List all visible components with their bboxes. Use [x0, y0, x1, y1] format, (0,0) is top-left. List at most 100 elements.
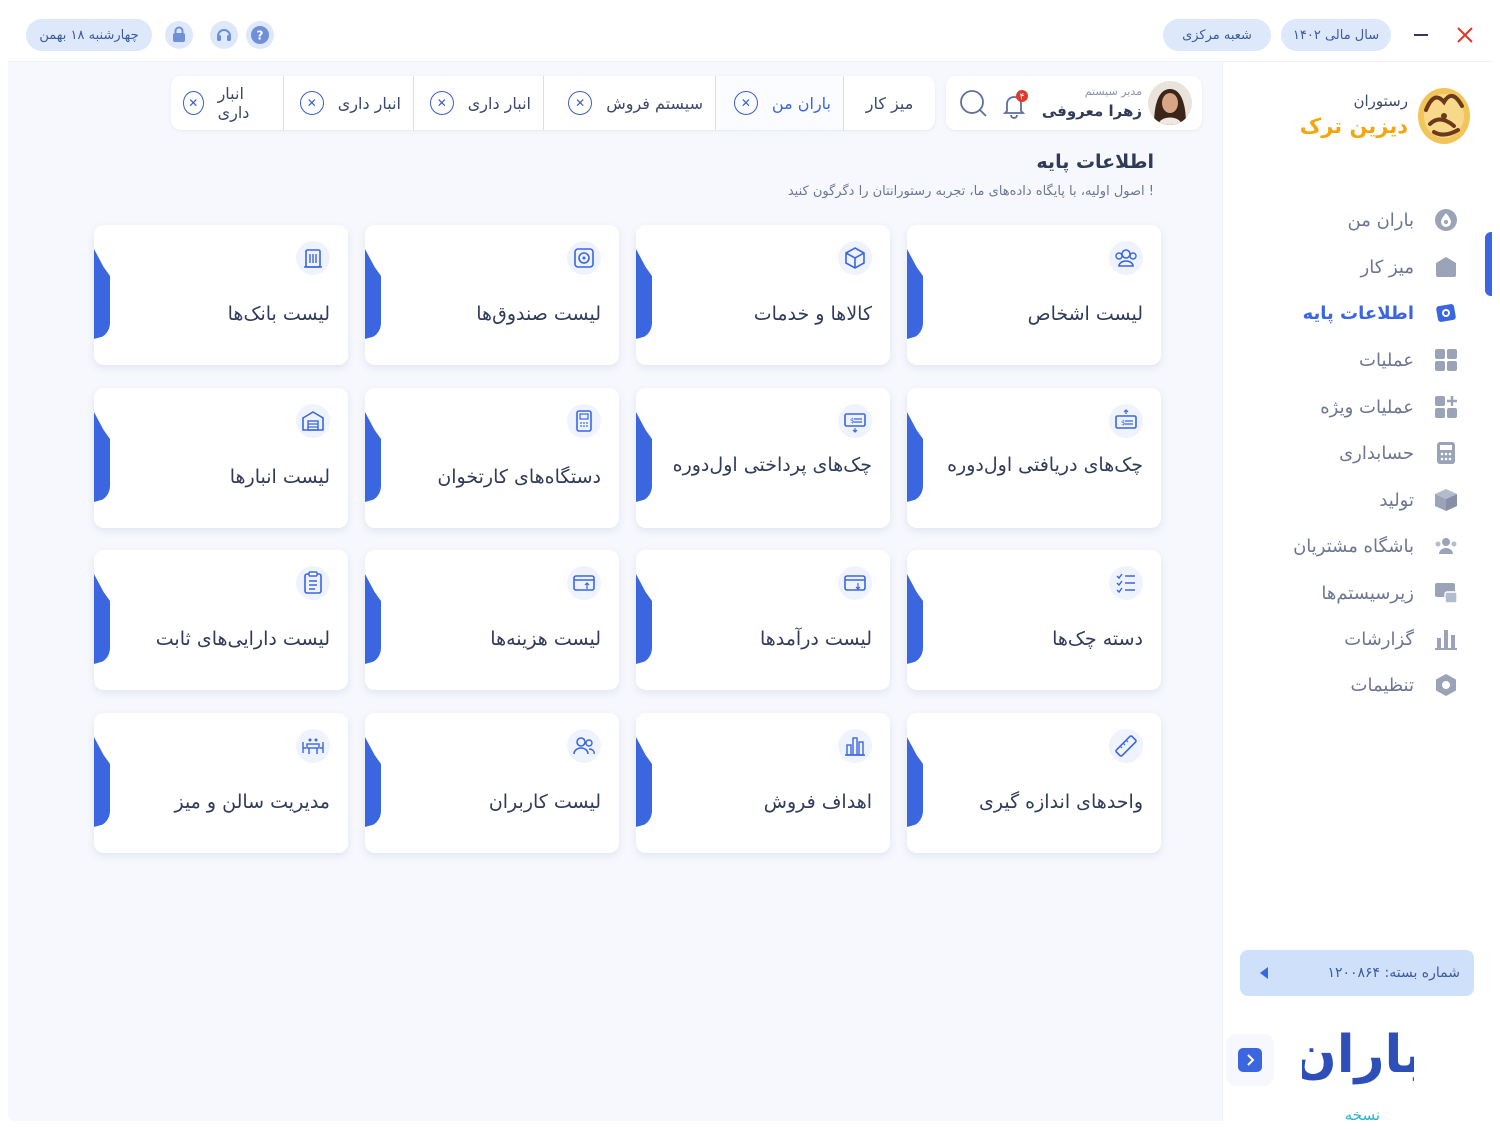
box-icon	[1432, 486, 1460, 514]
sidebar-item-label: باشگاه مشتریان	[1293, 535, 1414, 557]
sidebar-item-baran-man[interactable]: باران من	[1222, 200, 1492, 240]
tab-warehouse[interactable]: انبار داری ✕	[283, 76, 413, 130]
branch-label: شعبه مرکزی	[1182, 27, 1252, 43]
card-accent	[636, 737, 652, 827]
chart-icon	[1432, 625, 1460, 653]
warehouse-icon	[296, 404, 330, 438]
lock-icon[interactable]	[163, 19, 195, 51]
triangle-left-icon	[1260, 967, 1268, 979]
tab-label: میز کار	[865, 93, 914, 113]
fiscal-year-pill[interactable]: سال مالی ۱۴۰۲	[1281, 19, 1391, 51]
package-icon	[838, 241, 872, 275]
notification-button[interactable]: ۴	[998, 89, 1028, 119]
card-cash-boxes[interactable]: لیست صندوق‌ها	[365, 225, 619, 365]
help-icon[interactable]: ?	[244, 19, 276, 51]
tab-close-icon[interactable]: ✕	[183, 91, 204, 115]
card-title: کالاها و خدمات	[753, 303, 872, 325]
card-accent	[365, 249, 381, 339]
card-warehouses[interactable]: لیست انبارها	[94, 388, 348, 528]
card-paid-cheques[interactable]: $ چک‌های پرداختی اول‌دوره	[636, 388, 890, 528]
card-people[interactable]: لیست اشخاص	[907, 225, 1161, 365]
tab-close-icon[interactable]: ✕	[733, 91, 758, 115]
svg-text:?: ?	[257, 29, 264, 43]
sidebar-item-operations[interactable]: عملیات	[1222, 340, 1492, 380]
card-expenses[interactable]: لیست هزینه‌ها	[365, 550, 619, 690]
tab-close-icon[interactable]: ✕	[568, 91, 593, 115]
close-icon	[1457, 27, 1473, 43]
card-accent	[94, 737, 110, 827]
sidebar-item-desk[interactable]: میز کار	[1222, 247, 1492, 287]
ruler-icon	[1109, 729, 1143, 763]
sidebar-item-settings[interactable]: تنظیمات	[1222, 665, 1492, 705]
page-subtitle: اصول اولیه، با پایگاه داده‌های ما، تجربه…	[787, 184, 1154, 199]
tab-warehouse[interactable]: انبار داری ✕	[171, 76, 283, 130]
card-banks[interactable]: لیست بانک‌ها	[94, 225, 348, 365]
tab-baran-man[interactable]: باران من ✕	[715, 76, 843, 130]
card-sales-targets[interactable]: اهداف فروش	[636, 713, 890, 853]
close-button[interactable]	[1452, 22, 1478, 48]
tab-label: سیستم فروش	[606, 93, 703, 113]
sidebar-item-customer-club[interactable]: باشگاه مشتریان	[1222, 526, 1492, 566]
card-accent	[365, 574, 381, 664]
card-users[interactable]: لیست کاربران	[365, 713, 619, 853]
sidebar-item-reports[interactable]: گزارشات	[1222, 619, 1492, 659]
card-accent	[365, 412, 381, 502]
card-pos-devices[interactable]: دستگاه‌های کارتخوان	[365, 388, 619, 528]
baran-icon	[1432, 206, 1460, 234]
tab-close-icon[interactable]: ✕	[429, 91, 454, 115]
branch-pill[interactable]: شعبه مرکزی	[1163, 19, 1271, 51]
package-number-panel[interactable]: شماره بسته: ۱۲۰۰۸۶۴	[1240, 950, 1474, 996]
date-pill: چهارشنبه ۱۸ بهمن	[26, 19, 152, 51]
desk-icon	[1432, 253, 1460, 281]
card-accent	[907, 412, 923, 502]
table-icon	[296, 729, 330, 763]
settings-icon	[1432, 671, 1460, 699]
card-incomes[interactable]: لیست درآمدها	[636, 550, 890, 690]
user-name: زهرا معروفی	[1041, 102, 1142, 120]
card-title: لیست اشخاص	[1027, 303, 1143, 325]
sidebar-item-accounting[interactable]: حسابداری	[1222, 433, 1492, 473]
sidebar-item-label: عملیات ویژه	[1320, 396, 1414, 418]
tab-close-icon[interactable]: ✕	[299, 91, 324, 115]
card-title: دسته چک‌ها	[1052, 628, 1143, 650]
app-window: چهارشنبه ۱۸ بهمن ? شعبه مرکزی سال مالی ۱…	[8, 8, 1492, 1121]
sidebar-item-label: تنظیمات	[1350, 674, 1414, 696]
avatar[interactable]	[1148, 81, 1192, 125]
card-received-cheques[interactable]: $ چک‌های دریافتی اول‌دوره	[907, 388, 1161, 528]
card-hall-tables[interactable]: مدیریت سالن و میز	[94, 713, 348, 853]
card-goods-services[interactable]: کالاها و خدمات	[636, 225, 890, 365]
brand-subtitle: رستوران	[1353, 92, 1408, 110]
date-label: چهارشنبه ۱۸ بهمن	[39, 27, 139, 43]
card-units[interactable]: واحدهای اندازه گیری	[907, 713, 1161, 853]
tab-label: انبار داری	[467, 93, 531, 113]
card-accent	[94, 249, 110, 339]
minimize-icon	[1414, 34, 1428, 36]
minimize-button[interactable]	[1408, 22, 1434, 48]
tab-desk[interactable]: میز کار	[843, 76, 935, 130]
tab-strip: میز کار باران من ✕ سیستم فروش ✕ انبار دا…	[171, 76, 935, 130]
sidebar: رستوران دیزین ترک باران من میز کار اطلاع…	[1222, 62, 1492, 1121]
tab-label: انبار داری	[217, 84, 250, 122]
card-chequebooks[interactable]: دسته چک‌ها	[907, 550, 1161, 690]
card-fixed-assets[interactable]: لیست دارایی‌های ثابت	[94, 550, 348, 690]
sidebar-item-special-operations[interactable]: عملیات ویژه	[1222, 387, 1492, 427]
pos-icon	[567, 404, 601, 438]
card-title: لیست هزینه‌ها	[490, 628, 601, 650]
card-accent	[94, 574, 110, 664]
tab-sales-system[interactable]: سیستم فروش ✕	[543, 76, 715, 130]
sidebar-item-subsystems[interactable]: زیرسیستم‌ها	[1222, 573, 1492, 613]
search-button[interactable]	[958, 88, 988, 118]
baran-logo-text: باران	[1302, 1025, 1414, 1085]
card-title: لیست بانک‌ها	[227, 303, 330, 325]
restaurant-logo	[1414, 80, 1472, 148]
sidebar-item-label: زیرسیستم‌ها	[1321, 582, 1414, 604]
sidebar-item-base-info[interactable]: اطلاعات پایه	[1222, 293, 1492, 333]
sidebar-item-production[interactable]: تولید	[1222, 480, 1492, 520]
support-icon[interactable]	[208, 19, 240, 51]
user-group-icon	[567, 729, 601, 763]
tab-warehouse[interactable]: انبار داری ✕	[413, 76, 543, 130]
tab-label: باران من	[771, 93, 831, 113]
sidebar-item-label: عملیات	[1359, 349, 1414, 371]
sidebar-item-label: تولید	[1379, 489, 1414, 511]
collapse-sidebar-button[interactable]	[1226, 1034, 1274, 1086]
